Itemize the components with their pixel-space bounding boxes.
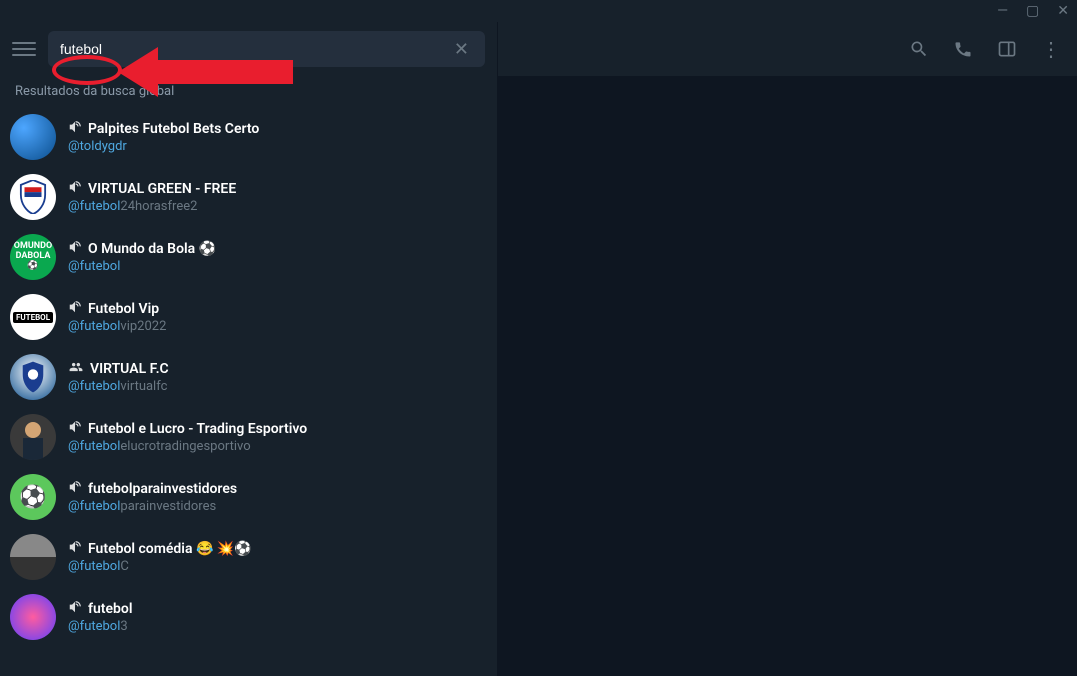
sidebar: ✕ Resultados da busca global Palpites Fu… — [0, 22, 498, 676]
result-item[interactable]: futebol @futebol3 — [0, 587, 497, 647]
result-title: VIRTUAL GREEN - FREE — [68, 180, 487, 197]
group-icon — [68, 360, 84, 377]
megaphone-icon — [68, 120, 82, 137]
avatar — [10, 174, 56, 220]
megaphone-icon — [68, 180, 82, 197]
megaphone-icon — [68, 480, 82, 497]
result-title: VIRTUAL F.C — [68, 360, 487, 377]
result-handle: @futebolvirtualfc — [68, 379, 487, 394]
result-handle: @futebolC — [68, 559, 487, 574]
megaphone-icon — [68, 240, 82, 257]
result-item[interactable]: Futebol comédia 😂 💥⚽ @futebolC — [0, 527, 497, 587]
search-results[interactable]: Palpites Futebol Bets Certo @toldygdr VIRT… — [0, 107, 497, 676]
result-title: Futebol Vip — [68, 300, 487, 317]
result-handle: @futebol24horasfree2 — [68, 199, 487, 214]
result-item[interactable]: VIRTUAL F.C @futebolvirtualfc — [0, 347, 497, 407]
result-handle: @toldygdr — [68, 139, 487, 154]
close-window-button[interactable]: ✕ — [1057, 3, 1069, 19]
avatar: FUTEBOL — [10, 294, 56, 340]
result-handle: @futebolvip2022 — [68, 319, 487, 334]
result-handle: @futebolelucrotradingesportivo — [68, 439, 487, 454]
result-item[interactable]: ⚽ futebolparainvestidores @futebolparainve… — [0, 467, 497, 527]
megaphone-icon — [68, 540, 82, 557]
megaphone-icon — [68, 600, 82, 617]
window-titlebar: — ▢ ✕ — [0, 0, 1077, 22]
result-handle: @futebol3 — [68, 619, 487, 634]
minimize-button[interactable]: — — [997, 3, 1008, 19]
more-menu-button[interactable]: ⋮ — [1041, 37, 1061, 61]
result-title: O Mundo da Bola ⚽ — [68, 240, 487, 257]
megaphone-icon — [68, 420, 82, 437]
search-input[interactable] — [60, 41, 450, 57]
result-item[interactable]: Futebol e Lucro - Trading Esportivo @fute… — [0, 407, 497, 467]
avatar: OMUNDO DABOLA ⚽ — [10, 234, 56, 280]
phone-icon[interactable] — [953, 39, 973, 59]
result-title: Futebol comédia 😂 💥⚽ — [68, 540, 487, 557]
avatar — [10, 414, 56, 460]
result-item[interactable]: Palpites Futebol Bets Certo @toldygdr — [0, 107, 497, 167]
result-handle: @futebol — [68, 259, 487, 274]
result-item[interactable]: OMUNDO DABOLA ⚽ O Mundo da Bola ⚽ @futebol — [0, 227, 497, 287]
result-handle: @futebolparainvestidores — [68, 499, 487, 514]
avatar — [10, 354, 56, 400]
avatar — [10, 534, 56, 580]
clear-search-button[interactable]: ✕ — [450, 39, 473, 60]
result-item[interactable]: VIRTUAL GREEN - FREE @futebol24horasfree2 — [0, 167, 497, 227]
maximize-button[interactable]: ▢ — [1026, 3, 1039, 19]
avatar — [10, 114, 56, 160]
megaphone-icon — [68, 300, 82, 317]
section-header: Resultados da busca global — [0, 76, 497, 107]
result-title: Palpites Futebol Bets Certo — [68, 120, 487, 137]
result-title: Futebol e Lucro - Trading Esportivo — [68, 420, 487, 437]
search-icon[interactable] — [909, 39, 929, 59]
result-item[interactable]: FUTEBOL Futebol Vip @futebolvip2022 — [0, 287, 497, 347]
menu-button[interactable] — [12, 37, 36, 61]
result-title: futebol — [68, 600, 487, 617]
avatar: ⚽ — [10, 474, 56, 520]
content-header: ⋮ — [498, 22, 1077, 76]
result-title: futebolparainvestidores — [68, 480, 487, 497]
chat-area: ⋮ — [498, 22, 1077, 676]
sidepanel-icon[interactable] — [997, 39, 1017, 59]
search-box[interactable]: ✕ — [48, 31, 485, 67]
avatar — [10, 594, 56, 640]
